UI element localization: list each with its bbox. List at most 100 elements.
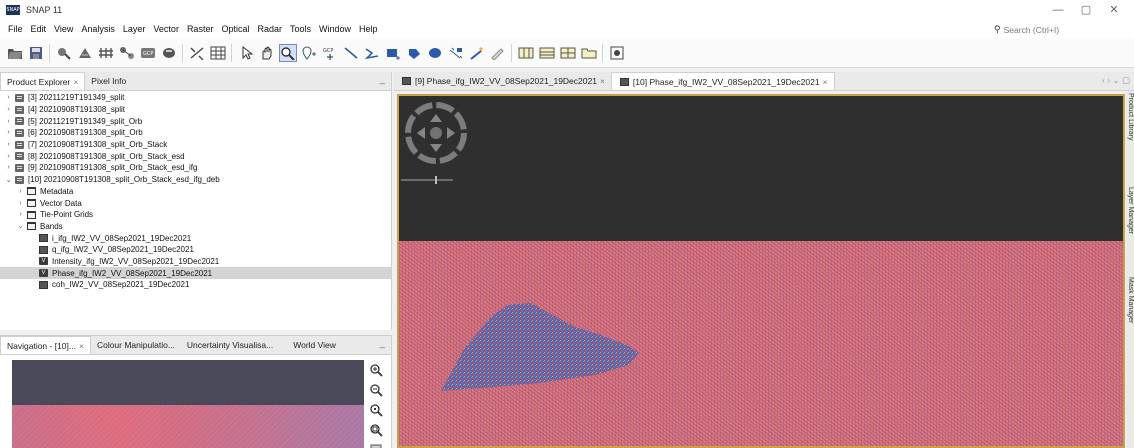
- menu-tools[interactable]: Tools: [286, 20, 315, 38]
- tree-node[interactable]: › Metadata: [0, 186, 391, 198]
- collapsed-arrow-icon[interactable]: ›: [4, 118, 13, 125]
- zoom-pixel-icon[interactable]: [368, 402, 384, 418]
- select-brush-icon[interactable]: [489, 44, 507, 62]
- close-tab-icon[interactable]: ×: [79, 341, 84, 351]
- menu-raster[interactable]: Raster: [183, 20, 218, 38]
- zoom-slider[interactable]: [401, 176, 453, 184]
- collapsed-arrow-icon[interactable]: ›: [4, 129, 13, 136]
- open-product-icon[interactable]: [6, 44, 24, 62]
- view-tab-controls[interactable]: ‹ › ⌄ ▢: [1102, 75, 1130, 86]
- tile-vertically-icon[interactable]: [559, 44, 577, 62]
- tab-pixel-info[interactable]: Pixel Info: [85, 72, 132, 90]
- menu-view[interactable]: View: [50, 20, 77, 38]
- zoom-tool-icon[interactable]: [278, 43, 297, 62]
- tab-uncertainty-visualisation[interactable]: Uncertainty Visualisa...: [181, 336, 279, 354]
- rail-product-library[interactable]: Product Library: [1126, 93, 1134, 163]
- tree-node[interactable]: › Tie-Point Grids: [0, 209, 391, 221]
- tree-node[interactable]: V Intensity_ifg_IW2_VV_08Sep2021_19Dec202…: [0, 256, 391, 268]
- pan-control-icon[interactable]: [405, 102, 467, 164]
- tile-single-icon[interactable]: [580, 44, 598, 62]
- tree-node[interactable]: › [4] 20210908T191308_split: [0, 104, 391, 116]
- collapsed-arrow-icon[interactable]: ›: [4, 153, 13, 160]
- tile-horizontally-icon[interactable]: [538, 44, 556, 62]
- tree-node[interactable]: › [7] 20210908T191308_split_Orb_Stack: [0, 139, 391, 151]
- close-tab-icon[interactable]: ×: [73, 77, 78, 87]
- tree-node[interactable]: ⌄ Bands: [0, 221, 391, 233]
- close-tab-icon[interactable]: ×: [823, 73, 828, 91]
- mask-manager-icon[interactable]: [97, 44, 115, 62]
- zoom-all-icon[interactable]: [368, 422, 384, 438]
- select-tool-icon[interactable]: [237, 44, 255, 62]
- maximize-window-button[interactable]: ▢: [1072, 2, 1100, 18]
- tree-node[interactable]: ⌄ [10] 20210908T191308_split_Orb_Stack_es…: [0, 174, 391, 186]
- tab-image-view-10[interactable]: [10] Phase_ifg_IW2_VV_08Sep2021_19Dec202…: [610, 72, 835, 91]
- collapsed-arrow-icon[interactable]: ›: [4, 94, 13, 101]
- tree-node[interactable]: › [5] 20211219T191349_split_Orb: [0, 115, 391, 127]
- tab-product-explorer[interactable]: Product Explorer ×: [0, 72, 86, 90]
- ellipse-drawing-icon[interactable]: [426, 44, 444, 62]
- collapsed-arrow-icon[interactable]: ›: [16, 188, 25, 195]
- gcp-placing-icon[interactable]: GCP: [321, 44, 339, 62]
- search-input[interactable]: ⚲ Search (Ctrl+I): [994, 23, 1094, 36]
- rail-mask-manager[interactable]: Mask Manager: [1126, 277, 1134, 347]
- rectangle-drawing-icon[interactable]: [384, 44, 402, 62]
- menu-file[interactable]: File: [4, 20, 27, 38]
- image-view-canvas[interactable]: [397, 94, 1125, 448]
- minimize-panel-icon[interactable]: _: [379, 74, 385, 85]
- pan-tool-icon[interactable]: [258, 44, 276, 62]
- rail-layer-manager[interactable]: Layer Manager: [1126, 187, 1134, 257]
- tile-evenly-icon[interactable]: [517, 44, 535, 62]
- line-drawing-icon[interactable]: [342, 44, 360, 62]
- collapsed-arrow-icon[interactable]: ›: [4, 106, 13, 113]
- collapsed-arrow-icon[interactable]: ›: [16, 211, 25, 218]
- polyline-drawing-icon[interactable]: [363, 44, 381, 62]
- menu-vector[interactable]: Vector: [149, 20, 183, 38]
- tree-node[interactable]: › [8] 20210908T191308_split_Orb_Stack_esd: [0, 150, 391, 162]
- tab-colour-manipulation[interactable]: Colour Manipulatio...: [91, 336, 181, 354]
- minimize-panel-icon[interactable]: _: [379, 338, 385, 349]
- tree-node[interactable]: q_ifg_IW2_VV_08Sep2021_19Dec2021: [0, 244, 391, 256]
- tree-node[interactable]: coh_IW2_VV_08Sep2021_19Dec2021: [0, 279, 391, 291]
- collapsed-arrow-icon[interactable]: ›: [4, 141, 13, 148]
- tree-node[interactable]: › [3] 20211219T191349_split: [0, 92, 391, 104]
- save-product-icon[interactable]: [27, 44, 45, 62]
- minimize-window-button[interactable]: —: [1044, 2, 1072, 18]
- tab-navigation[interactable]: Navigation - [10]... ×: [0, 336, 91, 354]
- menu-help[interactable]: Help: [355, 20, 382, 38]
- band-maths-icon[interactable]: [55, 44, 73, 62]
- gcp-manager-icon[interactable]: GCP: [139, 44, 157, 62]
- menu-radar[interactable]: Radar: [253, 20, 286, 38]
- tree-node[interactable]: › [6] 20210908T191308_split_Orb: [0, 127, 391, 139]
- expanded-arrow-icon[interactable]: ⌄: [4, 176, 13, 184]
- close-window-button[interactable]: ✕: [1100, 2, 1128, 18]
- tab-world-view[interactable]: World View: [279, 336, 350, 354]
- tree-node[interactable]: › Vector Data: [0, 197, 391, 209]
- range-finder-icon[interactable]: [188, 44, 206, 62]
- menu-edit[interactable]: Edit: [27, 20, 51, 38]
- range-finder-tool-icon[interactable]: [447, 44, 465, 62]
- menu-layer[interactable]: Layer: [119, 20, 150, 38]
- tab-image-view-9[interactable]: [9] Phase_ifg_IW2_VV_08Sep2021_19Dec2021…: [394, 72, 611, 90]
- pin-placing-icon[interactable]: [300, 44, 318, 62]
- tree-node[interactable]: i_ifg_IW2_VV_08Sep2021_19Dec2021: [0, 232, 391, 244]
- zoom-out-icon[interactable]: [368, 382, 384, 398]
- menu-analysis[interactable]: Analysis: [77, 20, 119, 38]
- menu-optical[interactable]: Optical: [217, 20, 253, 38]
- polygon-drawing-icon[interactable]: [405, 44, 423, 62]
- pin-manager-icon[interactable]: [160, 44, 178, 62]
- tree-node[interactable]: V Phase_ifg_IW2_VV_08Sep2021_19Dec2021: [0, 267, 391, 279]
- expanded-arrow-icon[interactable]: ⌄: [16, 222, 25, 230]
- close-tab-icon[interactable]: ×: [600, 72, 605, 90]
- grid-icon[interactable]: [209, 44, 227, 62]
- graph-icon[interactable]: [118, 44, 136, 62]
- zoom-in-icon[interactable]: [368, 362, 384, 378]
- menu-window[interactable]: Window: [315, 20, 355, 38]
- navigation-thumbnail[interactable]: [12, 360, 364, 448]
- tree-node[interactable]: › [9] 20210908T191308_split_Orb_Stack_esd…: [0, 162, 391, 174]
- collapsed-arrow-icon[interactable]: ›: [4, 164, 13, 171]
- collapsed-arrow-icon[interactable]: ›: [16, 200, 25, 207]
- filtered-band-icon[interactable]: [76, 44, 94, 62]
- sync-icon[interactable]: [368, 440, 384, 448]
- sync-views-icon[interactable]: [608, 44, 626, 62]
- magic-wand-icon[interactable]: [468, 44, 486, 62]
